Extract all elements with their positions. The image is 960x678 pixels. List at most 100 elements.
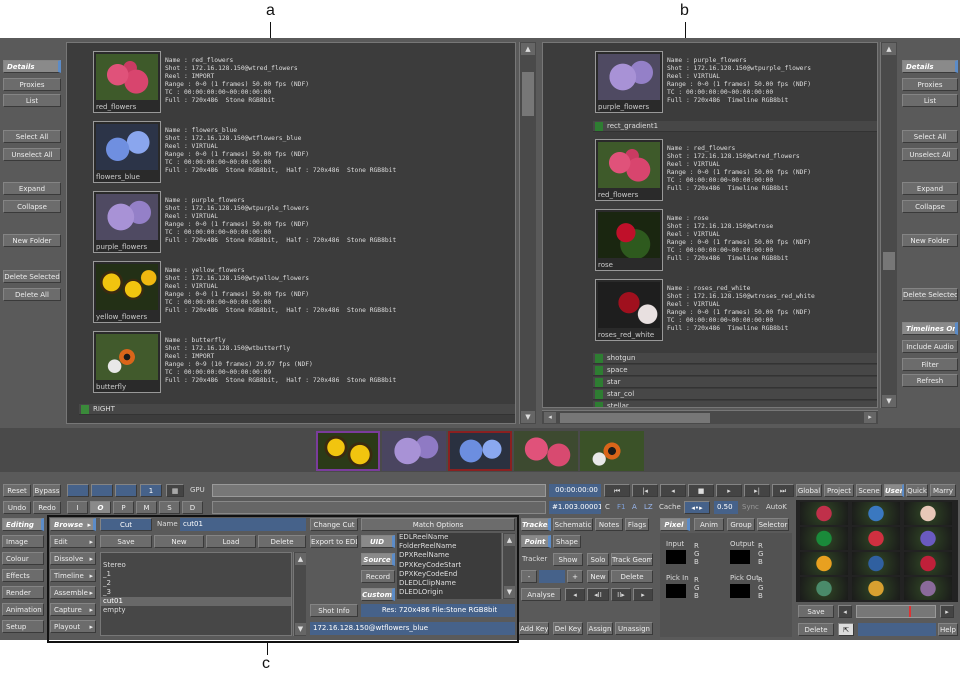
right-sidebar-unselect-all-button[interactable]: Unselect All: [902, 148, 958, 161]
clip-row[interactable]: star: [593, 377, 877, 388]
gallery-thumbnail[interactable]: [904, 502, 952, 525]
left-sidebar-list-button[interactable]: List: [3, 94, 61, 107]
gallery-save-button[interactable]: Save: [798, 605, 834, 618]
clip-thumbnail[interactable]: roses_red_white: [595, 279, 663, 341]
clip-thumbnail[interactable]: butterfly: [93, 331, 161, 393]
gallery-thumbnail[interactable]: [800, 552, 848, 575]
mode-animation-button[interactable]: Animation: [2, 603, 44, 616]
left-sidebar-proxies-button[interactable]: Proxies: [3, 78, 61, 91]
jog-icon[interactable]: ◂•▸: [684, 501, 710, 514]
gallery-slider[interactable]: [856, 605, 936, 618]
mode-image-button[interactable]: Image: [2, 535, 44, 548]
timeline-scrubber[interactable]: [212, 484, 546, 497]
reset-button[interactable]: Reset: [3, 484, 31, 497]
left-sidebar-delete-selected-button[interactable]: Delete Selected: [3, 270, 61, 283]
tab-group[interactable]: Group: [727, 518, 755, 531]
view-slot[interactable]: [91, 484, 113, 497]
clip-thumbnail[interactable]: purple_flowers: [93, 191, 161, 253]
clip-thumbnail[interactable]: flowers_blue: [93, 121, 161, 183]
view-mode-m-button[interactable]: M: [136, 501, 157, 514]
storyboard-thumb[interactable]: [382, 431, 446, 471]
track-forward-icon[interactable]: II▸: [611, 588, 631, 601]
tab-tracker[interactable]: Tracker: [521, 518, 551, 531]
range-bar[interactable]: [212, 501, 546, 514]
frame-rate-field[interactable]: #1.003.00001: [549, 501, 601, 514]
track-geom-button[interactable]: Track Geom: [611, 553, 653, 566]
scroll-up-icon[interactable]: ▲: [882, 43, 896, 55]
scroll-down-icon[interactable]: ▼: [882, 395, 896, 407]
folder-row-right[interactable]: RIGHT: [79, 404, 515, 415]
left-sidebar-select-all-button[interactable]: Select All: [3, 130, 61, 143]
right-sidebar-timelines-only-button[interactable]: Timelines Only: [902, 322, 958, 335]
tab-notes[interactable]: Notes: [595, 518, 623, 531]
right-sidebar-include-audio-button[interactable]: Include Audio: [902, 340, 958, 353]
tracker-value-field[interactable]: [539, 570, 565, 583]
left-sidebar-new-folder-button[interactable]: New Folder: [3, 234, 61, 247]
gallery-tab-global[interactable]: Global: [796, 484, 822, 497]
arrow-up-left-icon[interactable]: ⇱: [838, 623, 854, 636]
play-icon[interactable]: ▸: [716, 484, 742, 497]
clip-row[interactable]: star_col: [593, 389, 877, 400]
clip-thumbnail[interactable]: red_flowers: [595, 139, 663, 201]
scroll-down-icon[interactable]: ▼: [521, 411, 535, 423]
view-mode-o-button[interactable]: O: [90, 501, 111, 514]
scroll-thumb[interactable]: [560, 413, 710, 423]
del-key-button[interactable]: Del Key: [553, 622, 583, 635]
gallery-prev-icon[interactable]: ◂: [838, 605, 852, 618]
frame-field[interactable]: 1: [140, 484, 162, 497]
shape-button[interactable]: Shape: [553, 535, 581, 548]
clip-thumbnail[interactable]: yellow_flowers: [93, 261, 161, 323]
scroll-thumb[interactable]: [883, 252, 895, 270]
gallery-thumbnail[interactable]: [852, 502, 900, 525]
gallery-thumbnail[interactable]: [852, 527, 900, 550]
prev-key-icon[interactable]: |◂: [632, 484, 658, 497]
gallery-name-field[interactable]: [858, 623, 936, 636]
right-sidebar-collapse-button[interactable]: Collapse: [902, 200, 958, 213]
left-sidebar-details-button[interactable]: Details: [3, 60, 61, 73]
storyboard-thumb[interactable]: [580, 431, 644, 471]
redo-button[interactable]: Redo: [33, 501, 61, 514]
view-mode-d-button[interactable]: D: [182, 501, 203, 514]
bypass-button[interactable]: Bypass: [33, 484, 61, 497]
clip-row[interactable]: shotgun: [593, 353, 877, 364]
right-horizontal-scrollbar[interactable]: ◂ ▸: [542, 410, 878, 424]
gallery-thumbnail[interactable]: [800, 502, 848, 525]
left-sidebar-expand-button[interactable]: Expand: [3, 182, 61, 195]
last-frame-icon[interactable]: ⏭: [772, 484, 794, 497]
step-forward-icon[interactable]: ▸: [633, 588, 653, 601]
gallery-thumbnail[interactable]: [800, 577, 848, 600]
gallery-thumbnail[interactable]: [800, 527, 848, 550]
gallery-thumbnail[interactable]: [904, 527, 952, 550]
solo-button[interactable]: Solo: [587, 553, 609, 566]
left-sidebar-collapse-button[interactable]: Collapse: [3, 200, 61, 213]
storyboard-thumb[interactable]: [448, 431, 512, 471]
assign-button[interactable]: Assign: [587, 622, 613, 635]
tab-schematic[interactable]: Schematic: [553, 518, 593, 531]
right-sidebar-delete-selected-button[interactable]: Delete Selected: [902, 288, 958, 301]
add-key-button[interactable]: Add Key: [519, 622, 549, 635]
delete-tracker-button[interactable]: Delete: [611, 570, 653, 583]
gallery-thumbnail[interactable]: [904, 552, 952, 575]
gradient-row[interactable]: rect_gradient1: [593, 121, 877, 132]
scroll-up-icon[interactable]: ▲: [521, 43, 535, 55]
tab-anim[interactable]: Anim: [694, 518, 724, 531]
scroll-right-icon[interactable]: ▸: [864, 412, 876, 423]
stop-icon[interactable]: ■: [688, 484, 714, 497]
point-button[interactable]: Point: [521, 535, 551, 548]
timecode-field[interactable]: 00:00:00:00: [549, 484, 601, 497]
gallery-thumbnail[interactable]: [852, 577, 900, 600]
tab-selector[interactable]: Selector: [757, 518, 789, 531]
view-slot[interactable]: [115, 484, 137, 497]
step-back-icon[interactable]: ◂: [565, 588, 585, 601]
view-mode-p-button[interactable]: P: [113, 501, 134, 514]
minus-button[interactable]: -: [521, 570, 537, 583]
new-tracker-button[interactable]: New: [587, 570, 609, 583]
help-button[interactable]: Help: [938, 623, 958, 636]
view-mode-s-button[interactable]: S: [159, 501, 180, 514]
first-frame-icon[interactable]: ⏮: [604, 484, 630, 497]
plus-button[interactable]: +: [567, 570, 583, 583]
gallery-tab-project[interactable]: Project: [824, 484, 854, 497]
clip-thumbnail[interactable]: purple_flowers: [595, 51, 663, 113]
right-browser-scrollbar[interactable]: ▲ ▼: [880, 42, 897, 408]
step-back-icon[interactable]: ◂: [660, 484, 686, 497]
